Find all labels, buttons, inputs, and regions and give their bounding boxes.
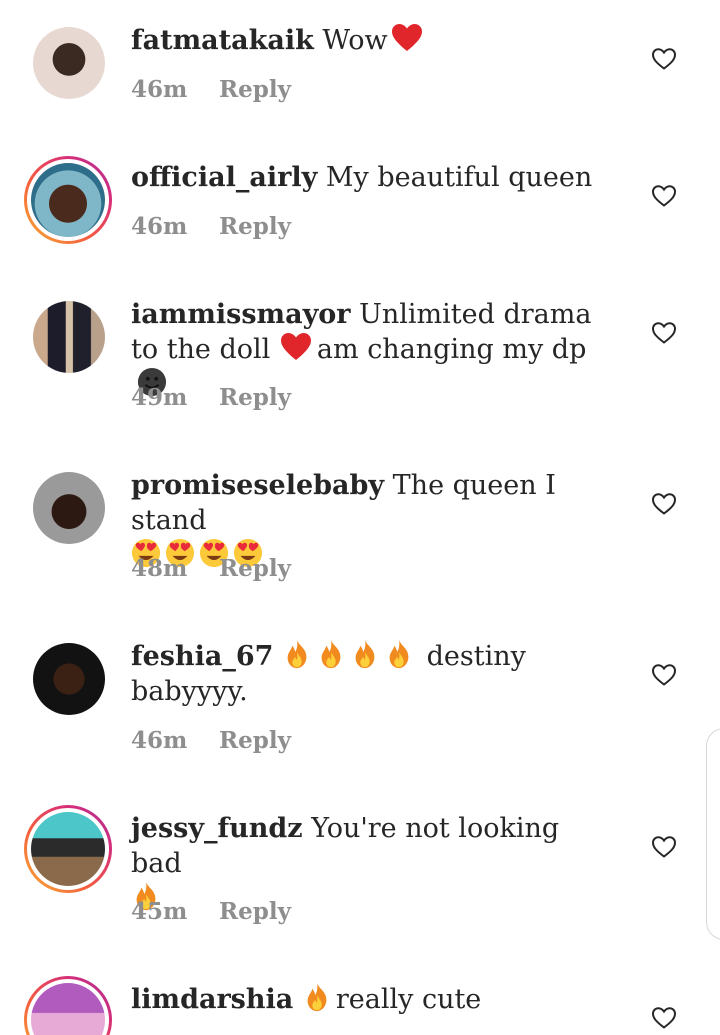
comment-username[interactable]: promiseselebaby bbox=[131, 470, 384, 501]
comment-body: really cute bbox=[335, 984, 482, 1015]
comment-text-block: official_airly My beautiful queen bbox=[131, 160, 611, 195]
heart-outline-icon[interactable] bbox=[651, 492, 677, 516]
comment-text-block: limdarshia really cute bbox=[131, 982, 611, 1017]
comment-meta: 46m Reply bbox=[131, 76, 291, 103]
red-heart-emoji-icon bbox=[279, 332, 313, 362]
reply-button[interactable]: Reply bbox=[219, 213, 291, 240]
comment-meta: 48m Reply bbox=[131, 555, 291, 582]
heart-outline-icon[interactable] bbox=[651, 1006, 677, 1030]
heart-outline-icon[interactable] bbox=[651, 663, 677, 687]
avatar[interactable] bbox=[24, 805, 112, 893]
comment-meta: 46m Reply bbox=[131, 213, 291, 240]
comment-meta: 45m Reply bbox=[131, 898, 291, 925]
fire-emoji-icon bbox=[302, 982, 332, 1012]
comment-body: My beautiful queen bbox=[325, 162, 593, 193]
comment-time: 49m bbox=[131, 384, 188, 411]
comment-username[interactable]: feshia_67 bbox=[131, 641, 273, 672]
comment-username[interactable]: official_airly bbox=[131, 162, 317, 193]
comment-username[interactable]: limdarshia bbox=[131, 984, 293, 1015]
comment-time: 46m bbox=[131, 727, 188, 754]
comment-meta: 49m Reply bbox=[131, 384, 291, 411]
comment-body-continued: am changing my dp bbox=[316, 334, 587, 365]
comment-text-block: fatmatakaik Wow bbox=[131, 23, 611, 58]
comment-username[interactable]: iammissmayor bbox=[131, 299, 351, 330]
fire-emoji-icon bbox=[316, 639, 346, 669]
side-panel-handle[interactable] bbox=[706, 728, 720, 940]
reply-button[interactable]: Reply bbox=[219, 384, 291, 411]
red-heart-emoji-icon bbox=[390, 23, 424, 53]
avatar[interactable] bbox=[30, 24, 108, 102]
avatar[interactable] bbox=[24, 976, 112, 1035]
heart-outline-icon[interactable] bbox=[651, 184, 677, 208]
comment-time: 46m bbox=[131, 213, 188, 240]
heart-outline-icon[interactable] bbox=[651, 835, 677, 859]
comment-text-block: feshia_67 destiny babyyyy. bbox=[131, 639, 611, 709]
comment-time: 48m bbox=[131, 555, 188, 582]
reply-button[interactable]: Reply bbox=[219, 555, 291, 582]
reply-button[interactable]: Reply bbox=[219, 898, 291, 925]
comment-meta: 46m Reply bbox=[131, 727, 291, 754]
avatar[interactable] bbox=[30, 298, 108, 376]
heart-outline-icon[interactable] bbox=[651, 47, 677, 71]
avatar[interactable] bbox=[24, 156, 112, 244]
fire-emoji-icon bbox=[350, 639, 380, 669]
reply-button[interactable]: Reply bbox=[219, 76, 291, 103]
reply-button[interactable]: Reply bbox=[219, 727, 291, 754]
comment-username[interactable]: fatmatakaik bbox=[131, 25, 314, 56]
avatar[interactable] bbox=[30, 469, 108, 547]
comment-body: Wow bbox=[322, 25, 388, 56]
fire-emoji-icon bbox=[384, 639, 414, 669]
heart-outline-icon[interactable] bbox=[651, 321, 677, 345]
avatar[interactable] bbox=[30, 640, 108, 718]
comment-time: 45m bbox=[131, 898, 188, 925]
comment-time: 46m bbox=[131, 76, 188, 103]
comment-username[interactable]: jessy_fundz bbox=[131, 813, 303, 844]
fire-emoji-icon bbox=[282, 639, 312, 669]
